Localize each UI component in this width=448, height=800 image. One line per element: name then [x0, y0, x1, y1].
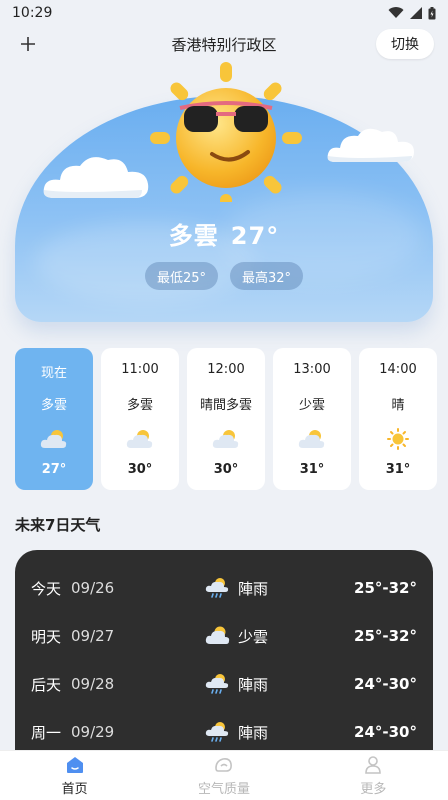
person-icon: [365, 755, 382, 774]
forecast-temp-range: 25°-32°: [354, 579, 417, 597]
hour-time: 12:00: [207, 362, 245, 377]
forecast-date: 09/29: [71, 723, 115, 741]
forecast-temp-range: 25°-32°: [354, 627, 417, 645]
current-condition-temp: 多雲 27°: [15, 216, 433, 251]
forecast-date: 09/28: [71, 675, 115, 693]
sun-icon: [387, 428, 409, 450]
hour-card[interactable]: 13:00 少雲 31°: [273, 348, 351, 490]
current-temperature: 27°: [230, 222, 280, 250]
hour-card[interactable]: 现在 多雲 27°: [15, 348, 93, 490]
forecast-date: 09/26: [71, 579, 115, 597]
nav-more-label: 更多: [360, 781, 387, 797]
forecast-day: 周一: [31, 723, 62, 742]
hour-temp: 30°: [127, 462, 153, 477]
forecast-row[interactable]: 周一 09/29 陣雨 24°-30°: [15, 708, 433, 756]
wifi-icon: [388, 7, 404, 19]
hour-time: 11:00: [121, 362, 159, 377]
forecast-row[interactable]: 明天 09/27 少雲 25°-32°: [15, 612, 433, 660]
partly-cloudy-icon: [298, 430, 325, 448]
nav-home-label: 首页: [61, 781, 88, 797]
bottom-nav: 首页 空气质量 更多: [0, 750, 448, 800]
hour-card[interactable]: 12:00 晴間多雲 30°: [187, 348, 265, 490]
forecast-condition: 陣雨: [238, 723, 269, 742]
shower-icon: [205, 722, 229, 742]
forecast-temp-range: 24°-30°: [354, 675, 417, 693]
nav-more[interactable]: 更多: [299, 751, 448, 800]
shower-icon: [205, 674, 229, 694]
forecast-section-title: 未来7日天气: [15, 516, 101, 534]
hour-temp: 31°: [385, 462, 411, 477]
hour-card[interactable]: 14:00 晴 31°: [359, 348, 437, 490]
forecast-day: 后天: [31, 675, 62, 694]
home-icon: [66, 756, 83, 773]
hourly-forecast-strip[interactable]: 现在 多雲 27° 11:00 多雲 30° 12:00 晴間多雲 30° 13…: [15, 348, 448, 490]
add-city-button[interactable]: [14, 30, 42, 58]
forecast-day: 今天: [31, 579, 62, 598]
battery-icon: [428, 6, 436, 19]
hour-card[interactable]: 11:00 多雲 30°: [101, 348, 179, 490]
status-time: 10:29: [12, 5, 53, 21]
current-condition: 多雲: [168, 222, 219, 250]
hour-temp: 30°: [213, 462, 239, 477]
signal-icon: [410, 7, 422, 19]
forecast-condition: 陣雨: [238, 579, 269, 598]
min-max-row: 最低25° 最高32°: [15, 262, 433, 290]
hour-condition: 晴間多雲: [199, 398, 252, 413]
daily-forecast-list: 今天 09/26 陣雨 25°-32° 明天 09/27 少雲 25°-32° …: [15, 550, 433, 770]
partly-cloudy-icon: [205, 626, 230, 644]
air-quality-icon: [215, 757, 232, 772]
plus-icon: [21, 37, 35, 51]
hour-condition: 多雲: [40, 398, 67, 413]
sun-sunglasses-illustration: [140, 62, 310, 214]
location-title: 香港特别行政区: [171, 35, 277, 54]
hour-time: 现在: [40, 366, 67, 381]
forecast-row[interactable]: 后天 09/28 陣雨 24°-30°: [15, 660, 433, 708]
status-icons: [388, 6, 436, 20]
partly-cloudy-icon: [40, 430, 67, 448]
hour-condition: 多雲: [126, 398, 153, 413]
hour-condition: 少雲: [298, 398, 325, 413]
forecast-condition: 陣雨: [238, 675, 269, 694]
partly-cloudy-icon: [126, 430, 153, 448]
status-bar: 10:29: [0, 0, 448, 26]
hour-time: 13:00: [293, 362, 331, 377]
nav-home[interactable]: 首页: [0, 751, 149, 800]
switch-button[interactable]: 切换: [376, 29, 434, 59]
nav-air-quality[interactable]: 空气质量: [149, 751, 298, 800]
shower-icon: [205, 578, 229, 598]
nav-air-quality-label: 空气质量: [197, 781, 250, 797]
cloud-right-illustration: [326, 124, 416, 170]
min-temp-pill: 最低25°: [144, 262, 218, 290]
forecast-date: 09/27: [71, 627, 115, 645]
forecast-condition: 少雲: [238, 627, 269, 646]
max-temp-pill: 最高32°: [230, 262, 304, 290]
partly-cloudy-icon: [212, 430, 239, 448]
hour-temp: 27°: [41, 462, 67, 477]
app-header: 香港特别行政区 切换: [0, 26, 448, 62]
forecast-day: 明天: [31, 627, 62, 646]
forecast-temp-range: 24°-30°: [354, 723, 417, 741]
hour-condition: 晴: [391, 398, 405, 413]
forecast-row[interactable]: 今天 09/26 陣雨 25°-32°: [15, 564, 433, 612]
hour-temp: 31°: [299, 462, 325, 477]
hour-time: 14:00: [379, 362, 417, 377]
cloud-left-illustration: [42, 150, 152, 206]
